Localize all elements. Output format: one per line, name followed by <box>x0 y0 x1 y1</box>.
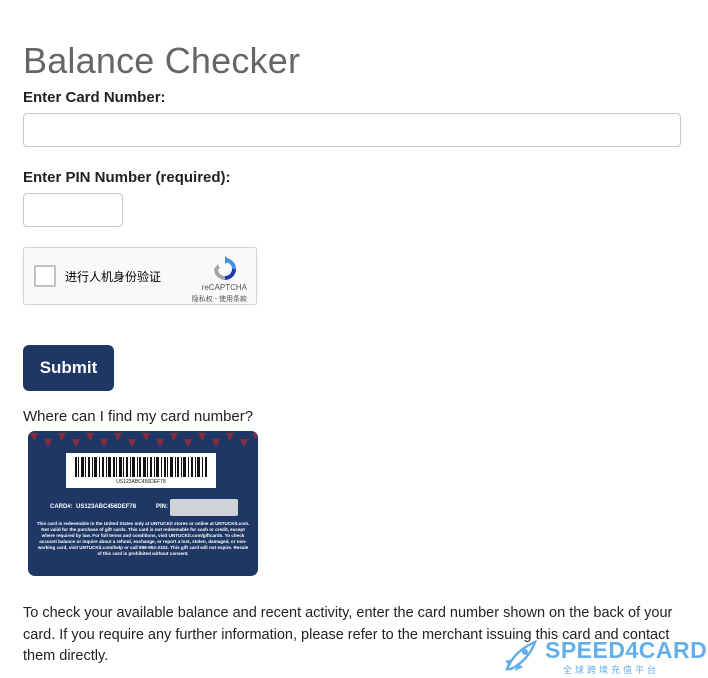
speed4card-watermark: SPEED4CARD 全球跨境充值平台 <box>501 637 708 677</box>
gift-card-back-image: US123ABC456DEF78 CARD#: US123ABC456DEF78… <box>28 431 258 576</box>
pin-label: Enter PIN Number (required): <box>23 169 231 186</box>
page-title: Balance Checker <box>23 40 301 82</box>
watermark-tagline: 全球跨境充值平台 <box>563 665 660 675</box>
recaptcha-privacy-terms[interactable]: 隐私权 - 使用条款 <box>192 294 247 304</box>
watermark-brand: SPEED4CARD <box>545 637 708 663</box>
find-card-number-text: Where can I find my card number? <box>23 408 254 425</box>
rocket-icon <box>505 639 538 671</box>
submit-button[interactable]: Submit <box>23 345 114 391</box>
recaptcha-label: 进行人机身份验证 <box>65 270 162 284</box>
recaptcha-logo-icon <box>214 256 236 280</box>
barcode-area: US123ABC456DEF78 <box>66 453 216 488</box>
pin-caption: PIN: <box>156 504 168 510</box>
barcode-number: US123ABC456DEF78 <box>116 479 166 485</box>
card-number-label: Enter Card Number: <box>23 89 166 106</box>
recaptcha-brand: reCAPTCHA <box>201 283 247 292</box>
card-number-input[interactable] <box>23 113 681 147</box>
recaptcha-widget: 进行人机身份验证 reCAPTCHA 隐私权 - 使用条款 <box>23 247 257 305</box>
card-fine-print: This card is redeemable in the United St… <box>36 521 250 556</box>
pin-input[interactable] <box>23 193 123 227</box>
pin-scratch-area <box>170 499 238 516</box>
card-pattern-decoration <box>28 431 258 451</box>
barcode-icon <box>75 457 207 477</box>
card-number-caption: CARD#: <box>50 504 73 510</box>
recaptcha-checkbox[interactable] <box>34 265 56 287</box>
card-number-example: US123ABC456DEF78 <box>76 504 137 510</box>
